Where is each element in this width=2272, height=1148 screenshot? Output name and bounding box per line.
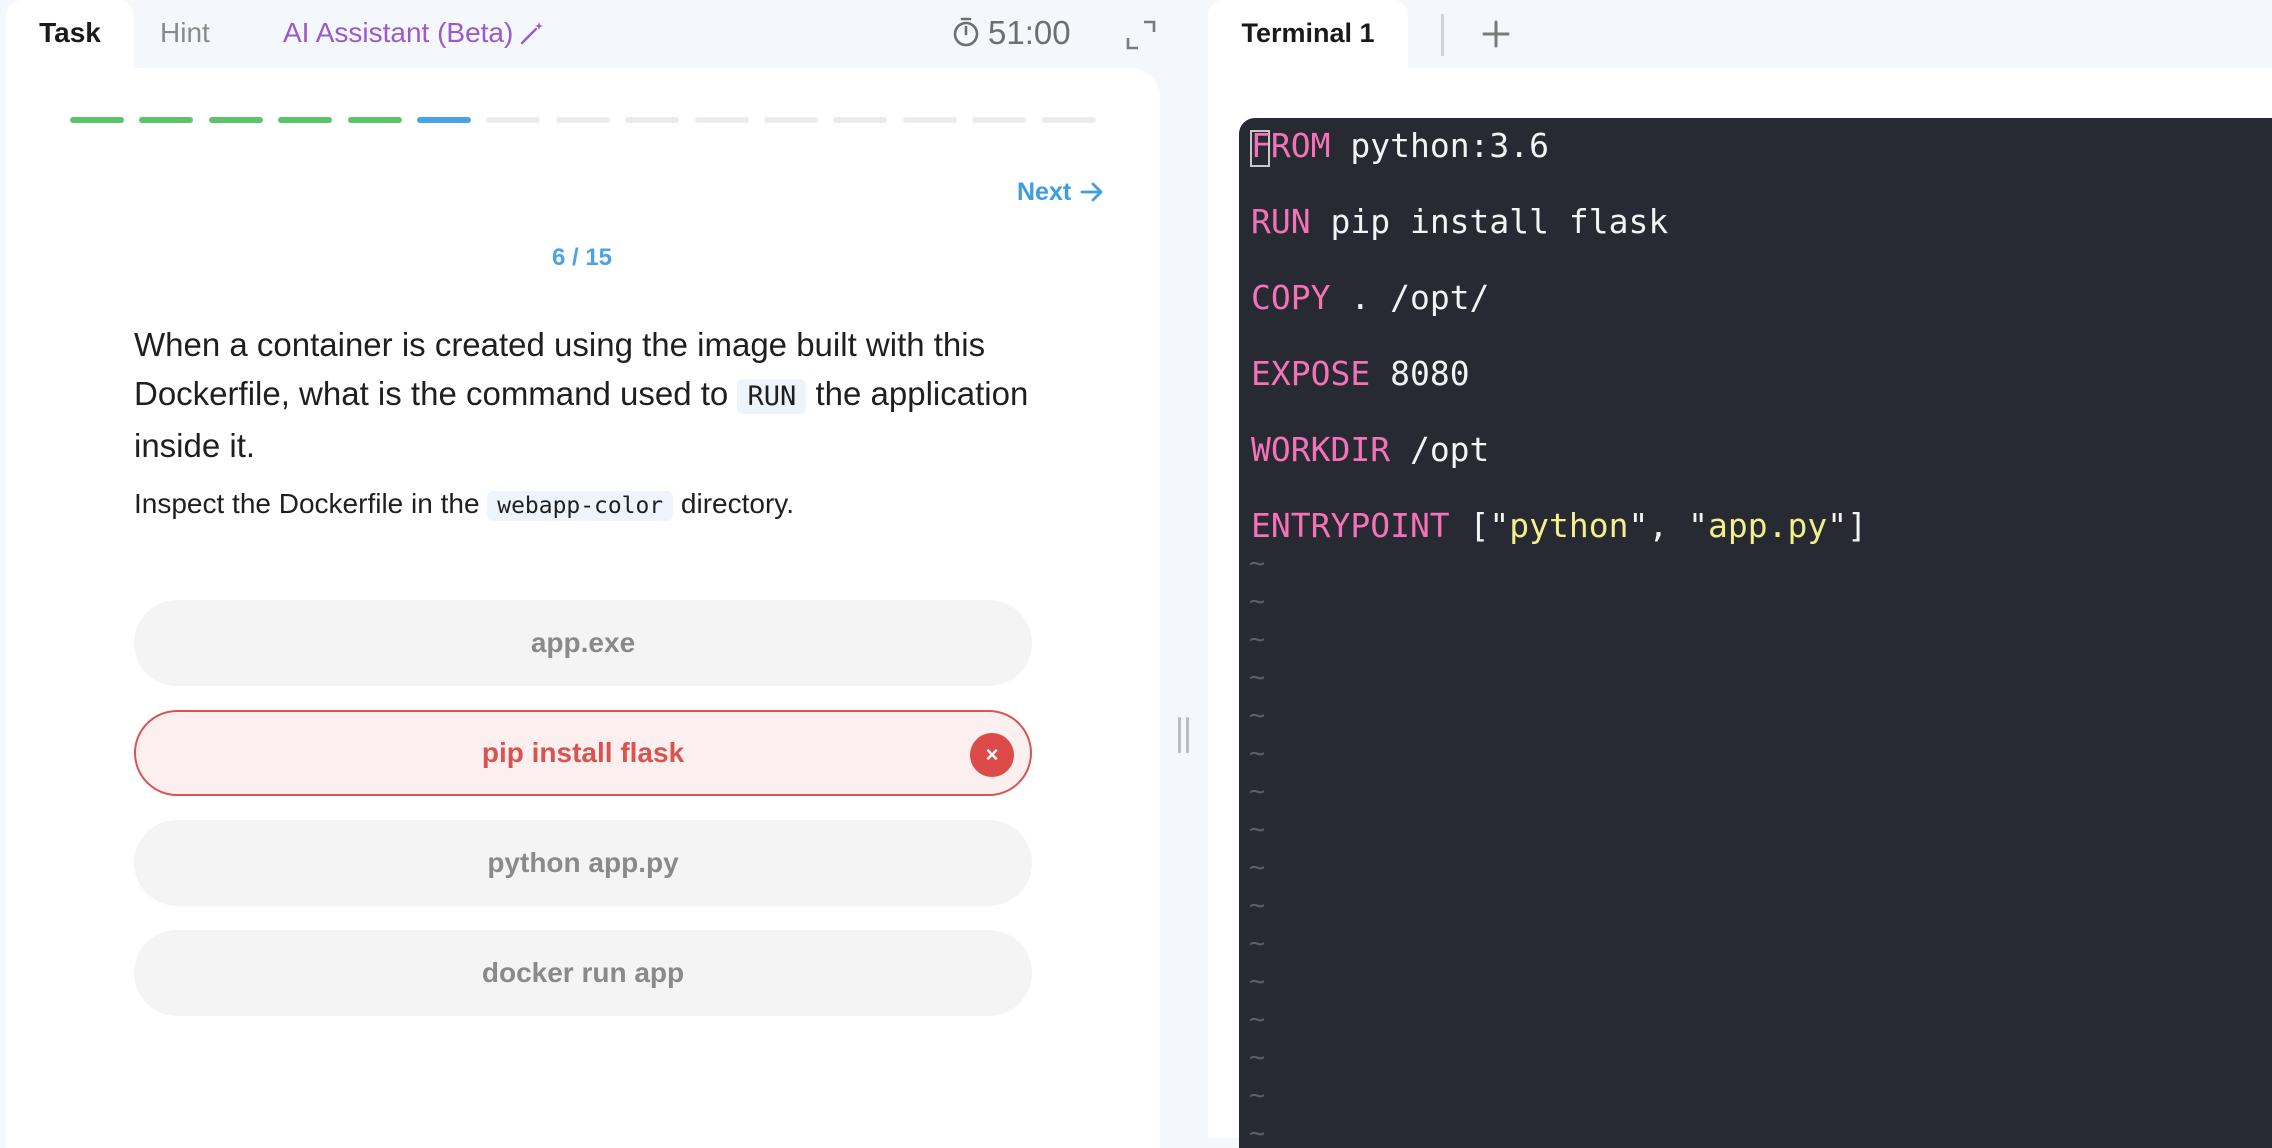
instruction-text-start: Inspect the Dockerfile in the bbox=[134, 488, 488, 519]
magic-wand-icon bbox=[521, 22, 544, 45]
dockerfile-args: pip install flask bbox=[1310, 202, 1669, 241]
dockerfile-string: app.py bbox=[1708, 506, 1828, 545]
progress-segment bbox=[694, 117, 749, 123]
terminal-line: ENTRYPOINT ["python", "app.py"] bbox=[1251, 506, 1867, 545]
progress-segment bbox=[972, 117, 1027, 123]
vim-tilde: ~ bbox=[1249, 548, 1266, 579]
answer-option-label: pip install flask bbox=[481, 737, 685, 768]
terminal-line: EXPOSE 8080 bbox=[1251, 354, 1470, 393]
vim-tilde: ~ bbox=[1249, 1004, 1266, 1035]
tab-terminal-1[interactable]: Terminal 1 bbox=[1208, 0, 1408, 70]
tab-hint[interactable]: Hint bbox=[160, 0, 210, 70]
arrow-right-icon bbox=[1080, 182, 1103, 202]
timer-value: 51:00 bbox=[988, 14, 1071, 51]
instruction-text: Inspect the Dockerfile in the webapp-col… bbox=[134, 488, 1054, 521]
vim-tilde: ~ bbox=[1249, 776, 1266, 807]
task-panel-header: Task Hint AI Assistant (Beta) 51:00 bbox=[0, 0, 1160, 70]
question-text: When a container is created using the im… bbox=[134, 320, 1054, 470]
terminal-line: RUN pip install flask bbox=[1251, 202, 1668, 241]
dockerfile-keyword: WORKDIR bbox=[1251, 430, 1391, 469]
vim-tilde: ~ bbox=[1249, 738, 1266, 769]
progress-segment bbox=[70, 117, 124, 123]
answer-option-label: python app.py bbox=[487, 847, 679, 878]
progress-segment bbox=[764, 117, 818, 123]
progress-bar bbox=[70, 117, 1110, 123]
dockerfile-keyword: EXPOSE bbox=[1251, 354, 1371, 393]
next-button-label: Next bbox=[1017, 178, 1072, 206]
vim-tilde: ~ bbox=[1249, 1118, 1266, 1148]
vim-tilde: ~ bbox=[1249, 928, 1266, 959]
progress-segment bbox=[555, 117, 610, 123]
timer: 51:00 bbox=[952, 0, 1071, 70]
dockerfile-keyword: RUN bbox=[1251, 202, 1311, 241]
dockerfile-args: ", " bbox=[1628, 506, 1708, 545]
progress-segment bbox=[486, 117, 541, 123]
task-card: Next 6 / 15 When a container is created … bbox=[6, 68, 1160, 1148]
progress-segment bbox=[347, 117, 402, 123]
answer-option-label: docker run app bbox=[481, 957, 685, 988]
dockerfile-args: [" bbox=[1449, 506, 1510, 545]
answer-option[interactable]: python app.py bbox=[134, 820, 1032, 906]
progress-segment bbox=[417, 117, 471, 123]
pane-resize-handle[interactable] bbox=[1178, 717, 1190, 753]
dockerfile-keyword: ENTRYPOINT bbox=[1251, 506, 1450, 545]
dockerfile-args: 8080 bbox=[1370, 354, 1470, 393]
progress-segment bbox=[625, 117, 680, 123]
progress-segment bbox=[1041, 117, 1096, 123]
question-counter: 6 / 15 bbox=[551, 244, 613, 271]
answer-option-wrong[interactable]: pip install flask × bbox=[134, 710, 1032, 796]
instruction-inline-code: webapp-color bbox=[487, 491, 674, 521]
close-icon: × bbox=[970, 733, 1014, 777]
vim-tilde: ~ bbox=[1249, 586, 1266, 617]
dockerfile-string: python bbox=[1509, 506, 1629, 545]
terminal-screen[interactable]: FROM python:3.6 RUN pip install flask CO… bbox=[1239, 118, 2272, 1148]
expand-icon[interactable] bbox=[1124, 18, 1158, 52]
vim-tilde: ~ bbox=[1249, 966, 1266, 997]
question-inline-code: RUN bbox=[737, 379, 807, 414]
answer-option[interactable]: app.exe bbox=[134, 600, 1032, 686]
progress-segment bbox=[902, 117, 957, 123]
vim-tilde: ~ bbox=[1249, 700, 1266, 731]
answer-option[interactable]: docker run app bbox=[134, 930, 1032, 1016]
next-button[interactable]: Next bbox=[1017, 178, 1105, 207]
dockerfile-keyword: FROM bbox=[1251, 126, 1331, 165]
vim-tilde: ~ bbox=[1249, 1042, 1266, 1073]
progress-segment bbox=[833, 117, 888, 123]
vim-tilde: ~ bbox=[1249, 1080, 1266, 1111]
dockerfile-args: python:3.6 bbox=[1330, 126, 1550, 165]
timer-icon bbox=[953, 17, 979, 47]
tab-ai-assistant[interactable]: AI Assistant (Beta) bbox=[283, 0, 545, 70]
terminal-line: FROM python:3.6 bbox=[1251, 126, 1549, 165]
vim-tilde: ~ bbox=[1249, 662, 1266, 693]
terminal-line: WORKDIR /opt bbox=[1251, 430, 1489, 469]
dockerfile-args: /opt bbox=[1390, 430, 1490, 469]
vim-tilde: ~ bbox=[1249, 852, 1266, 883]
dockerfile-keyword: COPY bbox=[1251, 278, 1331, 317]
vim-tilde: ~ bbox=[1249, 890, 1266, 921]
terminal-line: COPY . /opt/ bbox=[1251, 278, 1489, 317]
plus-icon[interactable] bbox=[1476, 14, 1516, 54]
answer-option-label: app.exe bbox=[530, 627, 636, 658]
vim-tilde: ~ bbox=[1249, 814, 1266, 845]
dockerfile-args: . /opt/ bbox=[1330, 278, 1490, 317]
progress-segment bbox=[208, 117, 263, 123]
instruction-text-end: directory. bbox=[673, 488, 794, 519]
tab-separator bbox=[1441, 14, 1444, 56]
tab-task[interactable]: Task bbox=[6, 0, 134, 70]
progress-segment bbox=[278, 117, 333, 123]
tab-ai-assistant-label: AI Assistant (Beta) bbox=[283, 17, 514, 48]
progress-segment bbox=[139, 117, 194, 123]
vim-tilde: ~ bbox=[1249, 624, 1266, 655]
dockerfile-args: "] bbox=[1827, 506, 1867, 545]
